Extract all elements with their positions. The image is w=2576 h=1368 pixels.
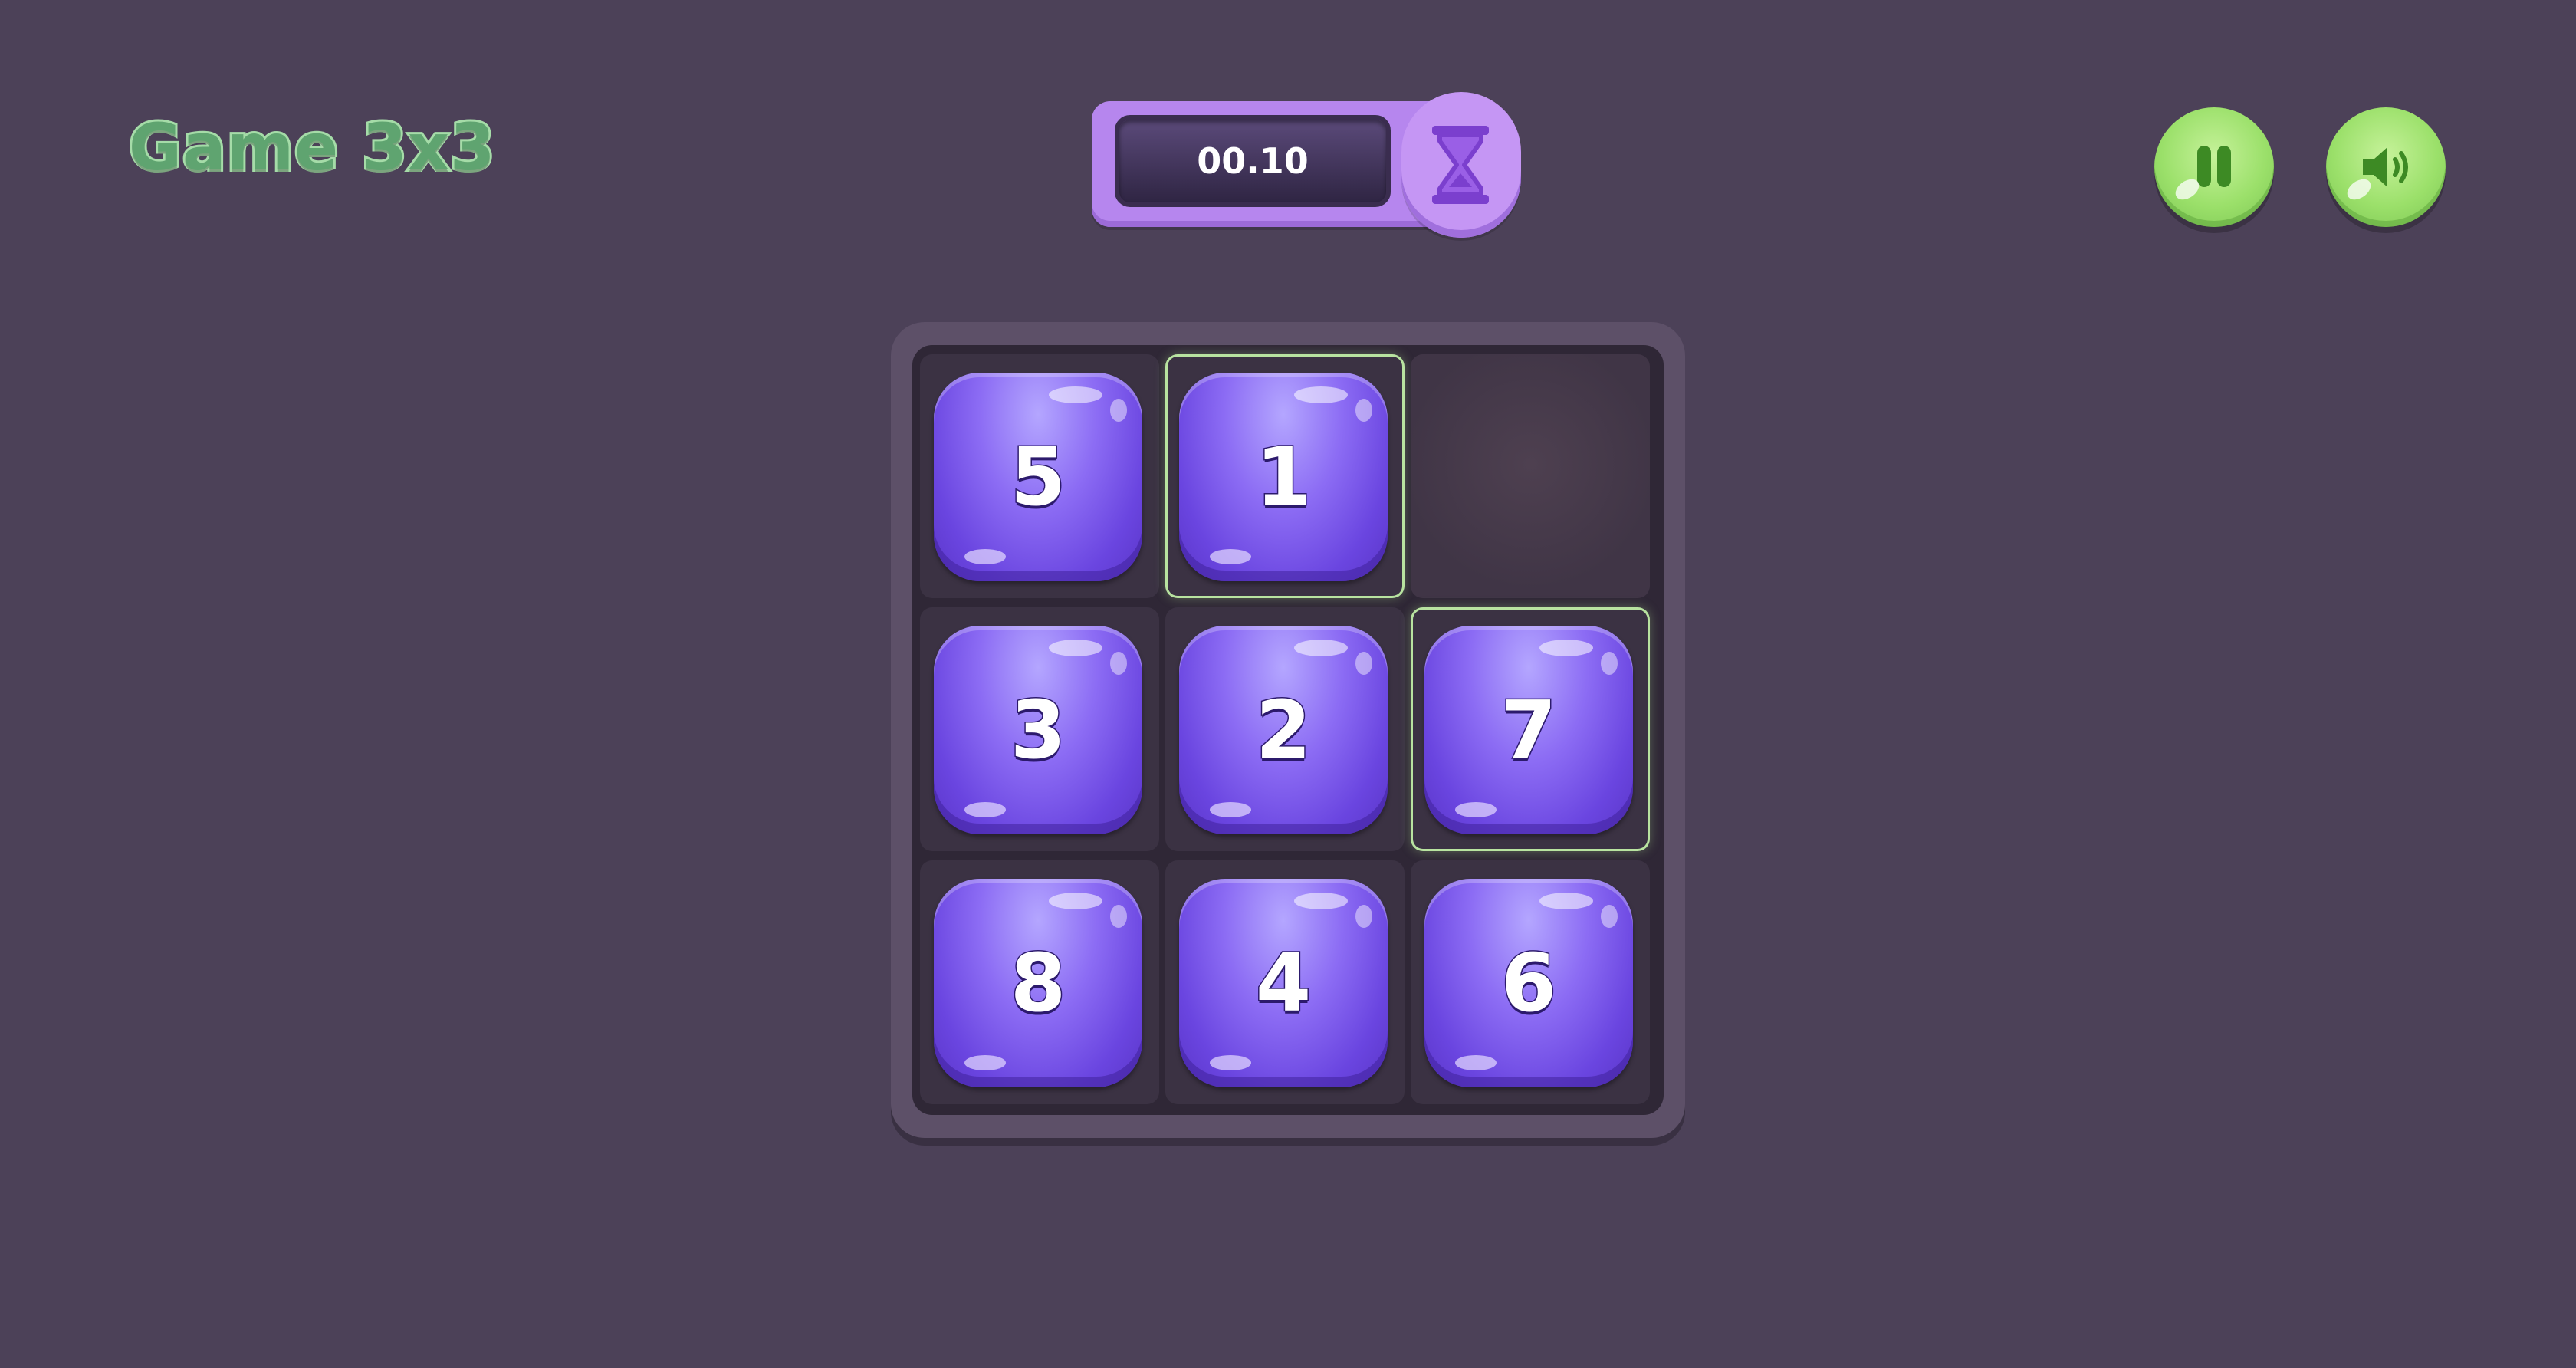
timer-display: 00.10	[1115, 115, 1391, 207]
empty-cell	[1411, 354, 1650, 598]
board-grid: 5 1 3 2 7 8 4 6	[912, 345, 1664, 1115]
tile-number: 3	[1009, 682, 1066, 778]
tile-number: 2	[1254, 682, 1312, 778]
tile-1[interactable]: 1	[1179, 373, 1388, 581]
tile-number: 6	[1500, 936, 1557, 1031]
tile-number: 7	[1500, 682, 1557, 778]
board-cell: 8	[920, 860, 1159, 1104]
tile-4[interactable]: 4	[1179, 879, 1388, 1087]
board-cell: 2	[1165, 607, 1405, 851]
tile-2[interactable]: 2	[1179, 626, 1388, 834]
board-cell: 7	[1411, 607, 1650, 851]
board-cell: 4	[1165, 860, 1405, 1104]
board-cell: 3	[920, 607, 1159, 851]
tile-number: 1	[1254, 429, 1312, 525]
timer: 00.10	[1092, 90, 1521, 238]
tile-5[interactable]: 5	[934, 373, 1142, 581]
board-cell: 5	[920, 354, 1159, 598]
board-cell: 1	[1165, 354, 1405, 598]
pause-button[interactable]	[2154, 107, 2274, 227]
tile-6[interactable]: 6	[1424, 879, 1633, 1087]
hourglass-icon	[1432, 126, 1489, 204]
tile-number: 5	[1009, 429, 1066, 525]
tile-number: 4	[1254, 936, 1312, 1031]
game-title: Game 3x3	[127, 110, 497, 185]
game-screen: Game 3x3 00.10 5 1 3 2 7 8 4 6	[0, 0, 2576, 1368]
puzzle-board: 5 1 3 2 7 8 4 6	[891, 322, 1685, 1138]
sound-button[interactable]	[2326, 107, 2446, 227]
pause-icon-bar	[2217, 146, 2231, 187]
tile-3[interactable]: 3	[934, 626, 1142, 834]
tile-7[interactable]: 7	[1424, 626, 1633, 834]
tile-8[interactable]: 8	[934, 879, 1142, 1087]
tile-number: 8	[1009, 936, 1066, 1031]
board-cell: 6	[1411, 860, 1650, 1104]
pause-icon	[2197, 146, 2211, 187]
